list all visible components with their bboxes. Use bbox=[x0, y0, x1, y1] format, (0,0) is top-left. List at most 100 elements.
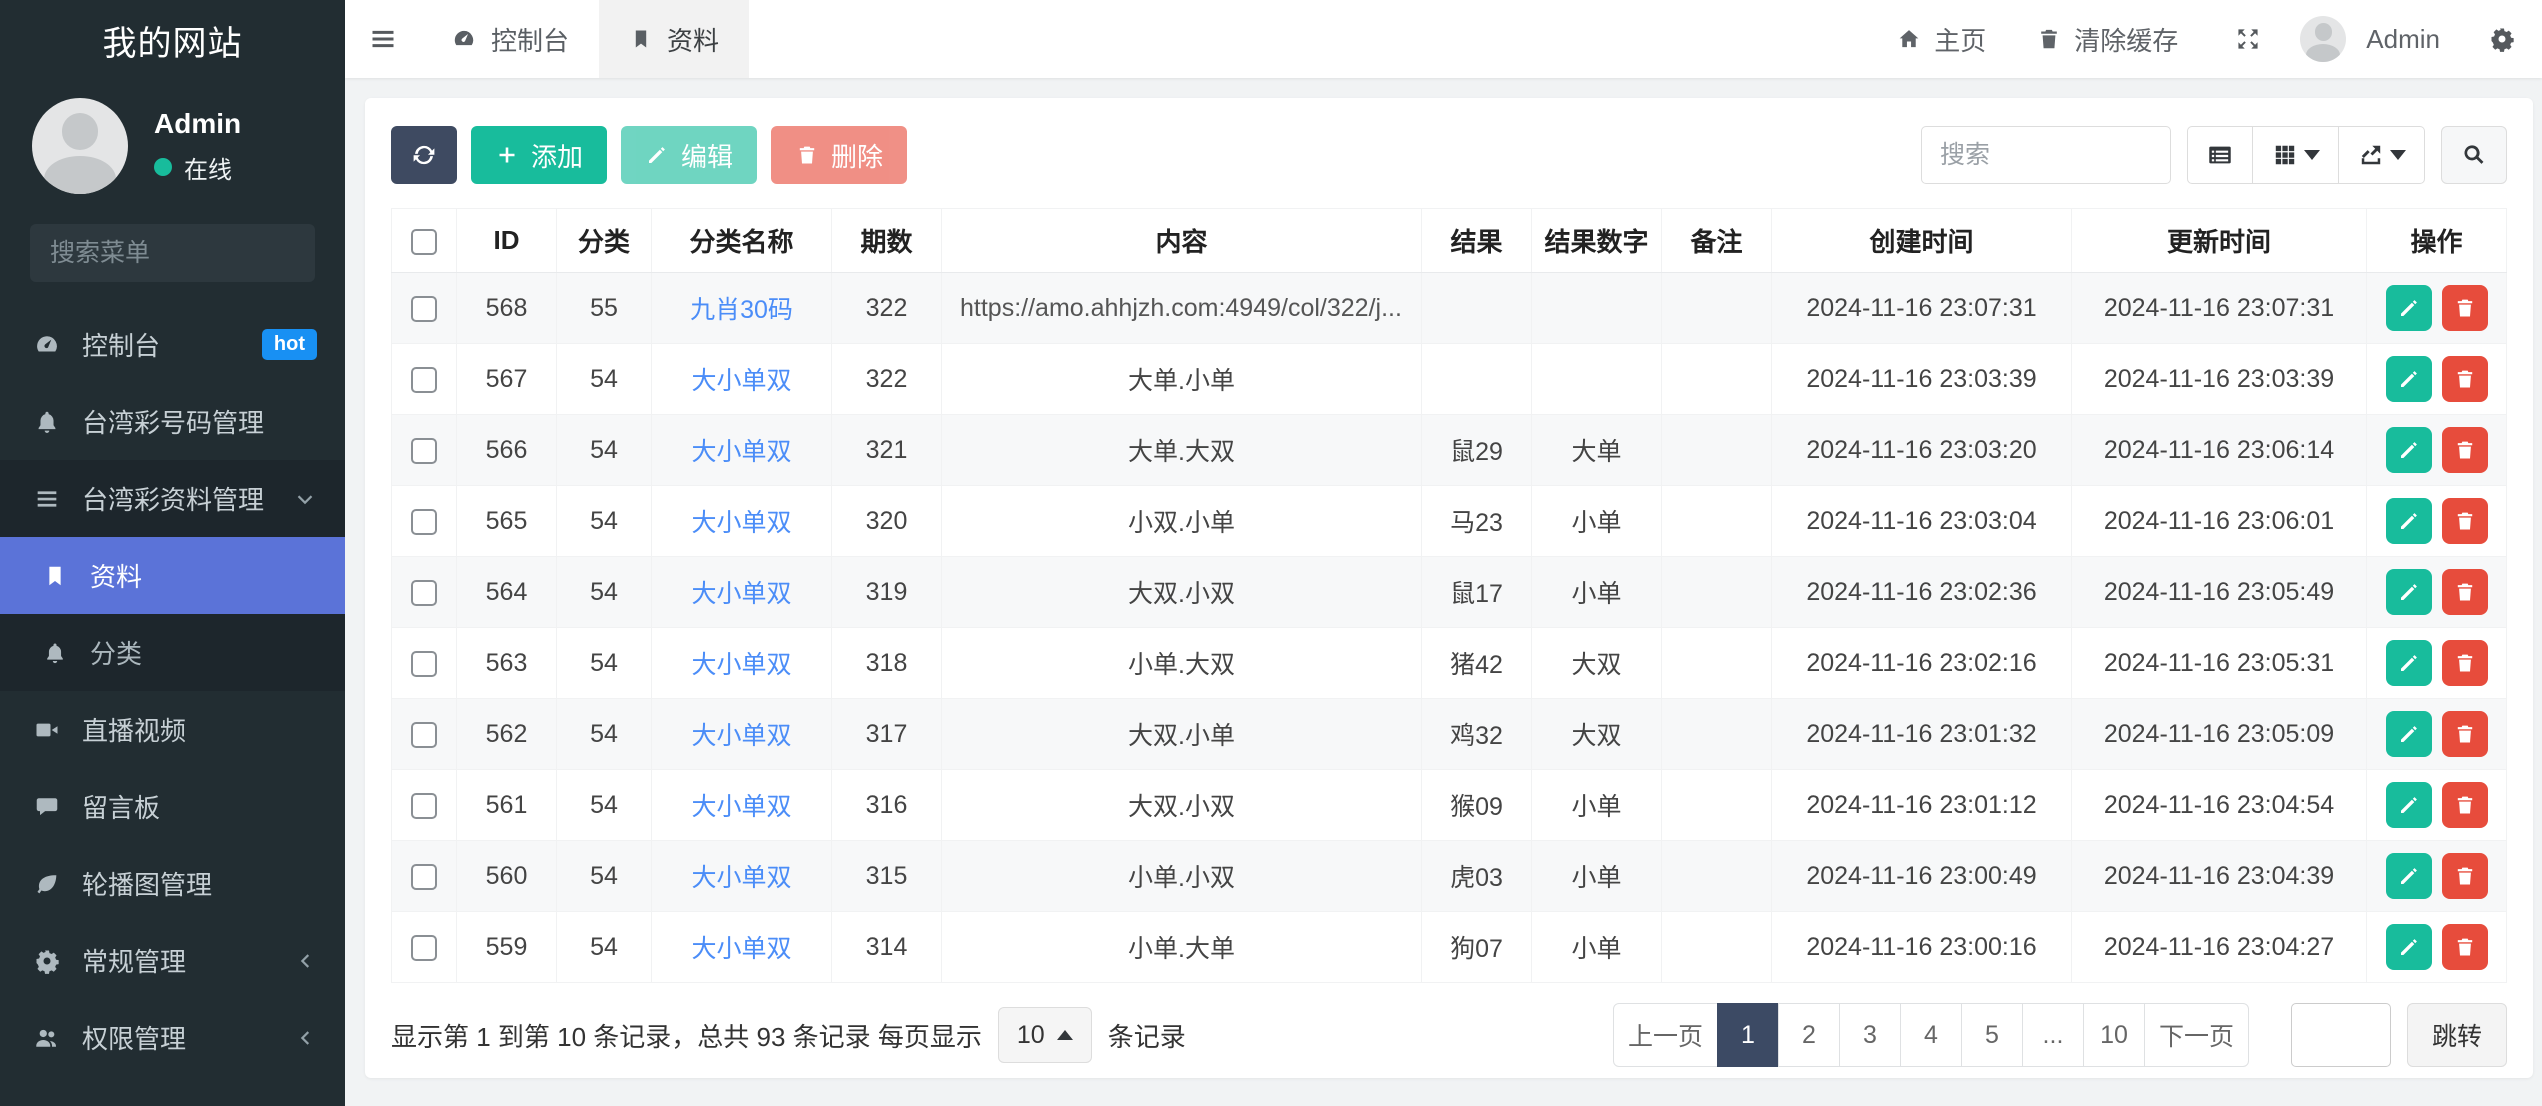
row-checkbox[interactable] bbox=[411, 935, 437, 961]
table-search-input[interactable] bbox=[1921, 126, 2171, 184]
row-checkbox[interactable] bbox=[411, 367, 437, 393]
row-delete-button[interactable] bbox=[2442, 853, 2488, 899]
cell-content: 大双.小双 bbox=[942, 770, 1422, 841]
row-edit-button[interactable] bbox=[2386, 569, 2432, 615]
row-edit-button[interactable] bbox=[2386, 498, 2432, 544]
cell-category: 54 bbox=[557, 344, 652, 415]
sidebar-item-number-manage[interactable]: 台湾彩号码管理 bbox=[0, 383, 345, 460]
fullscreen-button[interactable] bbox=[2210, 25, 2286, 53]
sidebar-item-label: 留言板 bbox=[82, 788, 317, 825]
navbar-username[interactable]: Admin bbox=[2366, 24, 2440, 55]
hamburger-icon bbox=[369, 25, 397, 53]
next-page-button[interactable]: 下一页 bbox=[2144, 1003, 2249, 1067]
navbar-avatar[interactable] bbox=[2300, 16, 2346, 62]
sidebar-item-permission[interactable]: 权限管理 bbox=[0, 999, 345, 1076]
row-delete-button[interactable] bbox=[2442, 498, 2488, 544]
category-name-link[interactable]: 大小单双 bbox=[691, 438, 791, 466]
row-checkbox[interactable] bbox=[411, 580, 437, 606]
add-button[interactable]: 添加 bbox=[471, 126, 607, 184]
row-delete-button[interactable] bbox=[2442, 782, 2488, 828]
detail-view-button[interactable] bbox=[2187, 126, 2253, 184]
category-name-link[interactable]: 大小单双 bbox=[691, 935, 791, 963]
category-name-link[interactable]: 大小单双 bbox=[691, 793, 791, 821]
select-all-checkbox[interactable] bbox=[411, 229, 437, 255]
sidebar-toggle-button[interactable] bbox=[345, 0, 421, 78]
clear-cache-link[interactable]: 清除缓存 bbox=[2018, 21, 2196, 58]
cell-updated-time: 2024-11-16 23:05:49 bbox=[2072, 557, 2367, 628]
category-name-link[interactable]: 大小单双 bbox=[691, 651, 791, 679]
list-alt-icon bbox=[2206, 141, 2234, 169]
row-edit-button[interactable] bbox=[2386, 711, 2432, 757]
home-link[interactable]: 主页 bbox=[1878, 21, 2004, 58]
row-checkbox[interactable] bbox=[411, 651, 437, 677]
column-header: 分类 bbox=[557, 209, 652, 273]
delete-button[interactable]: 删除 bbox=[771, 126, 907, 184]
cell-id: 561 bbox=[457, 770, 557, 841]
category-name-link[interactable]: 九肖30码 bbox=[690, 296, 793, 324]
row-checkbox[interactable] bbox=[411, 722, 437, 748]
prev-page-button[interactable]: 上一页 bbox=[1613, 1003, 1718, 1067]
jump-page-input[interactable] bbox=[2291, 1003, 2391, 1067]
hot-badge: hot bbox=[262, 329, 317, 360]
row-delete-button[interactable] bbox=[2442, 285, 2488, 331]
menu-search-input[interactable] bbox=[50, 239, 372, 268]
search-button[interactable] bbox=[2441, 126, 2507, 184]
row-checkbox[interactable] bbox=[411, 864, 437, 890]
pagination-bar: 显示第 1 到第 10 条记录，总共 93 条记录 每页显示 10 条记录 上一… bbox=[391, 1003, 2507, 1067]
page-number[interactable]: 10 bbox=[2083, 1003, 2145, 1067]
row-delete-button[interactable] bbox=[2442, 924, 2488, 970]
sidebar-item-general[interactable]: 常规管理 bbox=[0, 922, 345, 999]
row-delete-button[interactable] bbox=[2442, 427, 2488, 473]
category-name-link[interactable]: 大小单双 bbox=[691, 722, 791, 750]
category-name-link[interactable]: 大小单双 bbox=[691, 367, 791, 395]
row-edit-button[interactable] bbox=[2386, 285, 2432, 331]
export-button[interactable] bbox=[2339, 126, 2425, 184]
cell-id: 566 bbox=[457, 415, 557, 486]
page-number[interactable]: 5 bbox=[1961, 1003, 2023, 1067]
page-number[interactable]: 3 bbox=[1839, 1003, 1901, 1067]
sidebar-item-label: 常规管理 bbox=[82, 942, 275, 979]
bookmark-icon bbox=[629, 27, 653, 51]
row-edit-button[interactable] bbox=[2386, 853, 2432, 899]
refresh-button[interactable] bbox=[391, 126, 457, 184]
row-checkbox[interactable] bbox=[411, 438, 437, 464]
row-checkbox[interactable] bbox=[411, 296, 437, 322]
tab-dashboard[interactable]: 控制台 bbox=[421, 0, 599, 78]
row-delete-button[interactable] bbox=[2442, 711, 2488, 757]
row-edit-button[interactable] bbox=[2386, 640, 2432, 686]
sidebar-item-data[interactable]: 资料 bbox=[0, 537, 345, 614]
sidebar-item-dashboard[interactable]: 控制台 hot bbox=[0, 306, 345, 383]
pencil-icon bbox=[2397, 864, 2421, 888]
row-edit-button[interactable] bbox=[2386, 427, 2432, 473]
columns-button[interactable] bbox=[2253, 126, 2339, 184]
cell-content: 小单.大双 bbox=[942, 628, 1422, 699]
category-name-link[interactable]: 大小单双 bbox=[691, 580, 791, 608]
page-number[interactable]: 1 bbox=[1717, 1003, 1779, 1067]
row-edit-button[interactable] bbox=[2386, 356, 2432, 402]
edit-button[interactable]: 编辑 bbox=[621, 126, 757, 184]
row-checkbox[interactable] bbox=[411, 509, 437, 535]
cell-content: 小单.小双 bbox=[942, 841, 1422, 912]
pencil-icon bbox=[2397, 296, 2421, 320]
jump-button[interactable]: 跳转 bbox=[2407, 1003, 2507, 1067]
sidebar-item-live-video[interactable]: 直播视频 bbox=[0, 691, 345, 768]
page-ellipsis[interactable]: ... bbox=[2022, 1003, 2084, 1067]
tab-data[interactable]: 资料 bbox=[599, 0, 749, 78]
row-edit-button[interactable] bbox=[2386, 924, 2432, 970]
row-edit-button[interactable] bbox=[2386, 782, 2432, 828]
sidebar-item-message-board[interactable]: 留言板 bbox=[0, 768, 345, 845]
sidebar-item-data-manage[interactable]: 台湾彩资料管理 bbox=[0, 460, 345, 537]
row-checkbox[interactable] bbox=[411, 793, 437, 819]
category-name-link[interactable]: 大小单双 bbox=[691, 509, 791, 537]
category-name-link[interactable]: 大小单双 bbox=[691, 864, 791, 892]
row-delete-button[interactable] bbox=[2442, 356, 2488, 402]
page-number[interactable]: 4 bbox=[1900, 1003, 1962, 1067]
sidebar-item-category[interactable]: 分类 bbox=[0, 614, 345, 691]
row-delete-button[interactable] bbox=[2442, 640, 2488, 686]
settings-gear-icon[interactable] bbox=[2464, 25, 2540, 53]
cell-category: 54 bbox=[557, 841, 652, 912]
page-size-select[interactable]: 10 bbox=[998, 1007, 1092, 1063]
sidebar-item-carousel[interactable]: 轮播图管理 bbox=[0, 845, 345, 922]
row-delete-button[interactable] bbox=[2442, 569, 2488, 615]
page-number[interactable]: 2 bbox=[1778, 1003, 1840, 1067]
